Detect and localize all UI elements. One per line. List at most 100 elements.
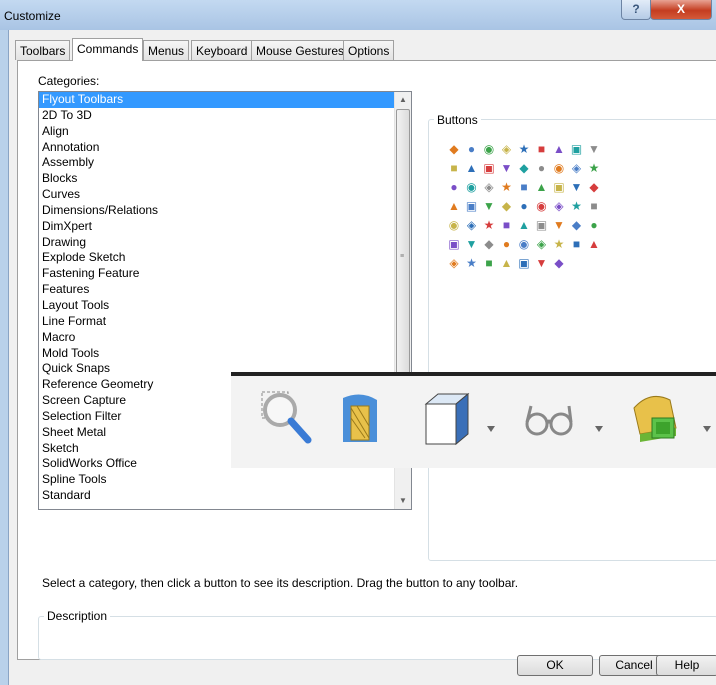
command-button-icon[interactable]: ◈ bbox=[499, 141, 515, 157]
command-button-icon[interactable]: ▣ bbox=[551, 179, 567, 195]
command-button-icon[interactable]: ◉ bbox=[551, 160, 567, 176]
command-button-icon[interactable]: ★ bbox=[551, 236, 567, 252]
command-button-icon[interactable]: ■ bbox=[534, 141, 550, 157]
command-button-icon[interactable]: ▲ bbox=[446, 198, 462, 214]
command-button-icon[interactable]: ◈ bbox=[481, 179, 497, 195]
tab-toolbars[interactable]: Toolbars bbox=[15, 40, 71, 60]
command-button-icon[interactable]: ★ bbox=[464, 255, 480, 271]
command-button-icon[interactable]: ▣ bbox=[516, 255, 532, 271]
command-button-icon[interactable]: ◆ bbox=[569, 217, 585, 233]
command-button-icon[interactable]: ▣ bbox=[481, 160, 497, 176]
category-item[interactable]: Features bbox=[39, 282, 411, 298]
edit-appearance-icon bbox=[633, 395, 677, 442]
category-item[interactable]: Fastening Feature bbox=[39, 266, 411, 282]
command-button-icon[interactable]: ▼ bbox=[499, 160, 515, 176]
category-item[interactable]: Macro bbox=[39, 330, 411, 346]
command-button-icon[interactable]: ◈ bbox=[446, 255, 462, 271]
category-item[interactable]: Dimensions/Relations bbox=[39, 203, 411, 219]
command-button-icon[interactable]: ▼ bbox=[569, 179, 585, 195]
command-button-icon[interactable]: ▲ bbox=[586, 236, 602, 252]
scroll-thumb[interactable]: ≡ bbox=[396, 109, 410, 409]
command-button-icon[interactable]: ▣ bbox=[534, 217, 550, 233]
command-button-icon[interactable]: ■ bbox=[446, 160, 462, 176]
command-button-icon[interactable]: ■ bbox=[481, 255, 497, 271]
command-button-icon[interactable]: ▲ bbox=[551, 141, 567, 157]
tab-mouse-gestures[interactable]: Mouse Gestures bbox=[251, 40, 350, 60]
command-button-icon[interactable]: ■ bbox=[499, 217, 515, 233]
hide-show-dropdown-icon[interactable] bbox=[595, 426, 603, 432]
category-item[interactable]: Explode Sketch bbox=[39, 250, 411, 266]
appearance-dropdown-icon[interactable] bbox=[703, 426, 711, 432]
category-item[interactable]: Annotation bbox=[39, 140, 411, 156]
scroll-up-arrow-icon[interactable]: ▲ bbox=[395, 92, 411, 108]
command-button-icon[interactable]: ▲ bbox=[464, 160, 480, 176]
command-button-icon[interactable]: ● bbox=[516, 198, 532, 214]
tab-keyboard[interactable]: Keyboard bbox=[191, 40, 253, 60]
command-button-icon[interactable]: ■ bbox=[569, 236, 585, 252]
command-button-icon[interactable]: ● bbox=[534, 160, 550, 176]
command-button-icon[interactable]: ◈ bbox=[464, 217, 480, 233]
command-button-icon[interactable]: ▣ bbox=[446, 236, 462, 252]
category-item[interactable]: Mold Tools bbox=[39, 346, 411, 362]
command-button-icon[interactable]: ▼ bbox=[464, 236, 480, 252]
command-button-icon[interactable]: ◆ bbox=[481, 236, 497, 252]
ok-button[interactable]: OK bbox=[517, 655, 593, 676]
category-item[interactable]: Blocks bbox=[39, 171, 411, 187]
command-button-icon[interactable]: ◉ bbox=[464, 179, 480, 195]
command-button-icon[interactable]: ▼ bbox=[481, 198, 497, 214]
command-button-icon[interactable]: ■ bbox=[516, 179, 532, 195]
command-button-icon[interactable]: ★ bbox=[499, 179, 515, 195]
zoom-to-area-icon bbox=[261, 391, 312, 444]
command-button-icon[interactable]: ▼ bbox=[586, 141, 602, 157]
tab-menus[interactable]: Menus bbox=[143, 40, 190, 60]
command-button-icon[interactable]: ● bbox=[499, 236, 515, 252]
scroll-down-arrow-icon[interactable]: ▼ bbox=[395, 493, 411, 509]
command-button-icon[interactable]: ◉ bbox=[534, 198, 550, 214]
command-button-icon[interactable]: ● bbox=[446, 179, 462, 195]
category-item[interactable]: Curves bbox=[39, 187, 411, 203]
command-button-icon[interactable]: ▼ bbox=[534, 255, 550, 271]
command-button-icon[interactable]: ▣ bbox=[464, 198, 480, 214]
category-item[interactable]: Align bbox=[39, 124, 411, 140]
command-button-icon[interactable]: ◈ bbox=[569, 160, 585, 176]
title-bar[interactable]: Customize ? X bbox=[0, 0, 716, 30]
command-button-icon[interactable]: ▲ bbox=[499, 255, 515, 271]
help-button[interactable]: Help bbox=[656, 655, 716, 676]
command-button-icon[interactable]: ▲ bbox=[516, 217, 532, 233]
command-button-icon[interactable]: ◉ bbox=[481, 141, 497, 157]
command-button-icon[interactable]: ■ bbox=[586, 198, 602, 214]
command-button-icon[interactable]: ● bbox=[464, 141, 480, 157]
command-button-icon[interactable]: ◈ bbox=[551, 198, 567, 214]
description-group bbox=[38, 616, 716, 660]
category-item[interactable]: Standard bbox=[39, 488, 411, 504]
command-button-icon[interactable]: ▣ bbox=[569, 141, 585, 157]
command-button-icon[interactable]: ◉ bbox=[446, 217, 462, 233]
category-item[interactable]: Line Format bbox=[39, 314, 411, 330]
category-item[interactable]: Spline Tools bbox=[39, 472, 411, 488]
command-button-icon[interactable]: ★ bbox=[481, 217, 497, 233]
tab-commands[interactable]: Commands bbox=[72, 38, 144, 61]
tab-options[interactable]: Options bbox=[343, 40, 395, 60]
help-caption-button[interactable]: ? bbox=[621, 0, 651, 20]
category-item[interactable]: Assembly bbox=[39, 155, 411, 171]
command-button-icon[interactable]: ★ bbox=[569, 198, 585, 214]
command-button-icon[interactable]: ▲ bbox=[534, 179, 550, 195]
category-item[interactable]: Drawing bbox=[39, 235, 411, 251]
command-button-icon[interactable]: ★ bbox=[586, 160, 602, 176]
command-button-icon[interactable]: ◆ bbox=[446, 141, 462, 157]
category-item[interactable]: DimXpert bbox=[39, 219, 411, 235]
category-item[interactable]: Flyout Toolbars bbox=[39, 92, 411, 108]
command-button-icon[interactable]: ◆ bbox=[516, 160, 532, 176]
command-button-icon[interactable]: ▼ bbox=[551, 217, 567, 233]
command-button-icon[interactable]: ◆ bbox=[499, 198, 515, 214]
category-item[interactable]: 2D To 3D bbox=[39, 108, 411, 124]
command-button-icon[interactable]: ● bbox=[586, 217, 602, 233]
command-button-icon[interactable]: ★ bbox=[516, 141, 532, 157]
command-button-icon[interactable]: ◉ bbox=[516, 236, 532, 252]
close-button[interactable]: X bbox=[650, 0, 712, 20]
command-button-icon[interactable]: ◆ bbox=[586, 179, 602, 195]
command-button-icon[interactable]: ◈ bbox=[534, 236, 550, 252]
display-style-dropdown-icon[interactable] bbox=[487, 426, 495, 432]
category-item[interactable]: Layout Tools bbox=[39, 298, 411, 314]
command-button-icon[interactable]: ◆ bbox=[551, 255, 567, 271]
